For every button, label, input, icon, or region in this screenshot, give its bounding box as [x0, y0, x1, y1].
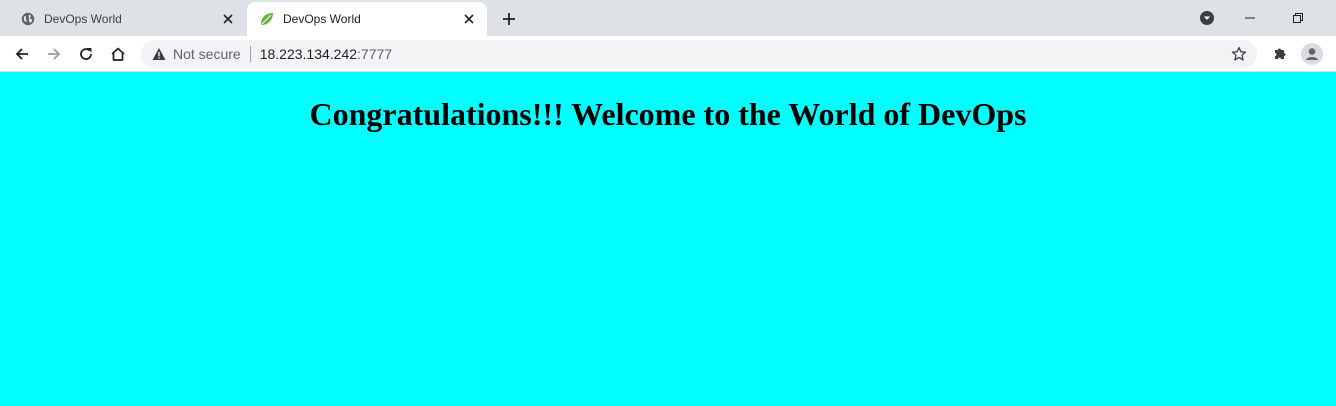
extensions-button[interactable] — [1266, 40, 1294, 68]
tab-search-button[interactable] — [1196, 4, 1218, 32]
minimize-icon — [1245, 17, 1255, 19]
browser-toolbar: Not secure 18.223.134.242:7777 — [0, 36, 1336, 72]
spring-leaf-icon — [259, 11, 275, 27]
address-bar[interactable]: Not secure 18.223.134.242:7777 — [141, 40, 1257, 68]
minimize-button[interactable] — [1232, 4, 1268, 32]
security-label[interactable]: Not secure — [173, 46, 241, 62]
restore-button[interactable] — [1280, 4, 1316, 32]
url-host[interactable]: 18.223.134.242 — [260, 46, 357, 62]
arrow-right-icon — [48, 48, 61, 60]
page-content: Congratulations!!! Welcome to the World … — [0, 72, 1336, 406]
forward-button[interactable] — [40, 40, 68, 68]
person-icon — [1301, 43, 1323, 65]
tab-title: DevOps World — [283, 12, 361, 26]
home-button[interactable] — [104, 40, 132, 68]
arrow-left-icon — [15, 48, 28, 60]
chevron-down-circle-icon — [1200, 11, 1214, 25]
tab-devops-world-2[interactable]: DevOps World — [247, 2, 487, 36]
new-tab-button[interactable] — [496, 7, 522, 31]
tab-devops-world-1[interactable]: DevOps World — [8, 2, 246, 36]
globe-icon — [20, 11, 36, 27]
tab-title: DevOps World — [44, 12, 122, 26]
reload-button[interactable] — [72, 40, 100, 68]
close-tab-icon[interactable] — [218, 9, 238, 29]
page-heading: Congratulations!!! Welcome to the World … — [309, 96, 1027, 132]
restore-icon — [1293, 13, 1303, 23]
bookmark-star-icon[interactable] — [1229, 44, 1249, 64]
back-button[interactable] — [8, 40, 36, 68]
home-icon — [111, 47, 125, 61]
puzzle-piece-icon — [1275, 48, 1286, 59]
plus-icon — [503, 13, 515, 25]
profile-avatar[interactable] — [1298, 40, 1326, 68]
tab-strip: DevOps World DevOps World — [0, 0, 1336, 36]
warning-icon[interactable] — [151, 46, 167, 62]
browser-window: DevOps World DevOps World Not secure 18.… — [0, 0, 1336, 406]
close-tab-icon[interactable] — [459, 9, 479, 29]
url-port[interactable]: :7777 — [357, 46, 392, 62]
separator — [249, 46, 251, 62]
reload-icon — [80, 48, 92, 60]
